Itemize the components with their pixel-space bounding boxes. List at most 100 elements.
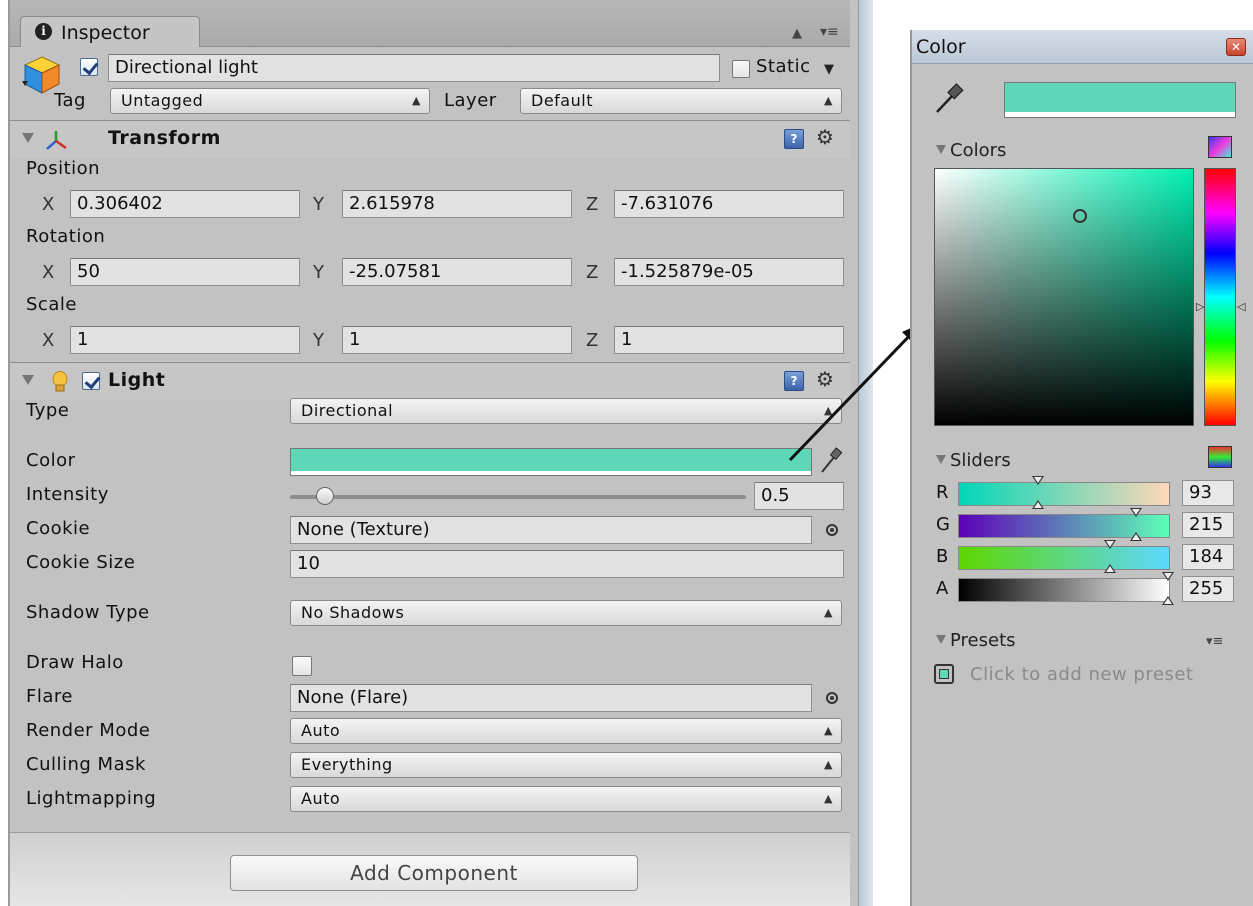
tab-menu-icon[interactable]: ▾≡ (820, 24, 839, 40)
position-z-label[interactable]: Z (586, 194, 598, 215)
render-mode-value: Auto (301, 721, 341, 740)
rotation-z-label[interactable]: Z (586, 262, 598, 283)
presets-menu-icon[interactable]: ▾≡ (1206, 634, 1223, 649)
layer-dropdown[interactable]: Default ▲ (520, 88, 842, 114)
rotation-x-label[interactable]: X (42, 262, 54, 283)
light-color-swatch[interactable] (290, 448, 812, 476)
layer-label: Layer (444, 90, 497, 111)
current-color-alpha-strip (1005, 112, 1235, 117)
cookie-picker-icon[interactable] (826, 524, 838, 536)
scale-x-field[interactable]: 1 (70, 326, 300, 354)
lock-icon[interactable]: ▲ (792, 26, 802, 41)
r-slider-marker-top[interactable] (1032, 476, 1044, 485)
position-z-field[interactable]: -7.631076 (614, 190, 844, 218)
culling-mask-dropdown[interactable]: Everything ▲ (290, 752, 842, 778)
transform-gear-icon[interactable]: ⚙ (816, 125, 834, 149)
culling-mask-label: Culling Mask (26, 754, 146, 775)
a-slider-marker-top[interactable] (1162, 572, 1174, 581)
colors-section-header[interactable]: Colors (936, 140, 1006, 161)
hue-marker-left-icon[interactable]: ▷ (1196, 300, 1204, 313)
flare-picker-icon[interactable] (826, 692, 838, 704)
g-slider-marker-top[interactable] (1130, 508, 1142, 517)
light-enabled-checkbox[interactable] (82, 372, 100, 390)
shadow-type-label: Shadow Type (26, 602, 150, 623)
g-slider-marker-bottom[interactable] (1130, 532, 1142, 541)
r-slider[interactable] (958, 482, 1170, 506)
slider-mode-icon[interactable] (1208, 446, 1232, 468)
colors-foldout-icon (936, 145, 946, 154)
scale-x-label[interactable]: X (42, 330, 54, 351)
rotation-y-field[interactable]: -25.07581 (342, 258, 572, 286)
position-y-field[interactable]: 2.615978 (342, 190, 572, 218)
shadow-type-dropdown[interactable]: No Shadows ▲ (290, 600, 842, 626)
r-slider-marker-bottom[interactable] (1032, 500, 1044, 509)
static-checkbox[interactable] (732, 60, 750, 78)
cookie-size-field[interactable]: 10 (290, 550, 844, 578)
type-label: Type (26, 400, 70, 421)
lightmapping-dropdown[interactable]: Auto ▲ (290, 786, 842, 812)
color-picker-cursor[interactable] (1073, 209, 1087, 223)
g-value-field[interactable]: 215 (1182, 512, 1234, 538)
scale-y-field[interactable]: 1 (342, 326, 572, 354)
light-bulb-icon (52, 371, 68, 393)
draw-halo-checkbox[interactable] (292, 656, 312, 676)
light-foldout-icon[interactable] (22, 375, 34, 385)
position-x-field[interactable]: 0.306402 (70, 190, 300, 218)
intensity-label: Intensity (26, 484, 109, 505)
light-color-alpha-strip (291, 471, 811, 475)
color-window-titlebar[interactable]: Color ✕ (912, 30, 1253, 64)
color-mode-icon[interactable] (1208, 136, 1232, 158)
static-dropdown-icon[interactable]: ▼ (824, 62, 834, 77)
light-title: Light (108, 369, 166, 391)
colors-section-title: Colors (950, 140, 1007, 161)
add-preset-swatch[interactable] (934, 664, 954, 684)
a-slider-marker-bottom[interactable] (1162, 596, 1174, 605)
render-mode-dropdown[interactable]: Auto ▲ (290, 718, 842, 744)
color-eyedropper-icon[interactable] (932, 82, 966, 116)
type-dropdown[interactable]: Directional ▲ (290, 398, 842, 424)
transform-axes-icon (44, 129, 68, 151)
intensity-slider-track[interactable] (290, 495, 746, 499)
rotation-z-field[interactable]: -1.525879e-05 (614, 258, 844, 286)
intensity-slider-thumb[interactable] (316, 487, 334, 505)
tag-dropdown[interactable]: Untagged ▲ (110, 88, 430, 114)
b-slider-marker-top[interactable] (1104, 540, 1116, 549)
sliders-section-header[interactable]: Sliders (936, 450, 1011, 471)
active-checkbox[interactable] (80, 58, 98, 76)
lightmapping-value: Auto (301, 789, 341, 808)
scale-y-label[interactable]: Y (313, 330, 324, 351)
light-header[interactable]: Light ? ⚙ (10, 362, 850, 400)
b-slider-marker-bottom[interactable] (1104, 564, 1116, 573)
position-x-label[interactable]: X (42, 194, 54, 215)
presets-section-header[interactable]: Presets (936, 630, 1016, 651)
gameobject-cube-icon (22, 55, 62, 95)
saturation-value-square[interactable] (934, 168, 1194, 426)
rotation-y-label[interactable]: Y (313, 262, 324, 283)
transform-help-icon[interactable]: ? (784, 129, 804, 149)
transform-header[interactable]: Transform ? ⚙ (10, 120, 850, 158)
add-component-button[interactable]: Add Component (230, 855, 638, 891)
b-value-field[interactable]: 184 (1182, 544, 1234, 570)
cookie-field[interactable]: None (Texture) (290, 516, 812, 544)
callout-arrow (788, 324, 920, 462)
position-y-label[interactable]: Y (313, 194, 324, 215)
rotation-x-field[interactable]: 50 (70, 258, 300, 286)
scale-z-label[interactable]: Z (586, 330, 598, 351)
hue-strip[interactable] (1204, 168, 1236, 426)
hue-marker-right-icon[interactable]: ◁ (1237, 300, 1245, 313)
current-color-swatch[interactable] (1004, 82, 1236, 118)
a-slider[interactable] (958, 578, 1170, 602)
g-label: G (936, 514, 951, 535)
presets-section-title: Presets (950, 630, 1016, 651)
object-name-field[interactable]: Directional light (108, 54, 720, 82)
close-icon[interactable]: ✕ (1226, 38, 1246, 56)
intensity-field[interactable]: 0.5 (754, 482, 844, 510)
render-mode-label: Render Mode (26, 720, 151, 741)
b-slider[interactable] (958, 546, 1170, 570)
a-value-field[interactable]: 255 (1182, 576, 1234, 602)
flare-field[interactable]: None (Flare) (290, 684, 812, 712)
tab-inspector[interactable]: i Inspector (20, 16, 200, 47)
transform-foldout-icon[interactable] (22, 133, 34, 143)
r-value-field[interactable]: 93 (1182, 480, 1234, 506)
inspector-tab-strip: i Inspector ▲ ▾≡ (10, 0, 850, 47)
